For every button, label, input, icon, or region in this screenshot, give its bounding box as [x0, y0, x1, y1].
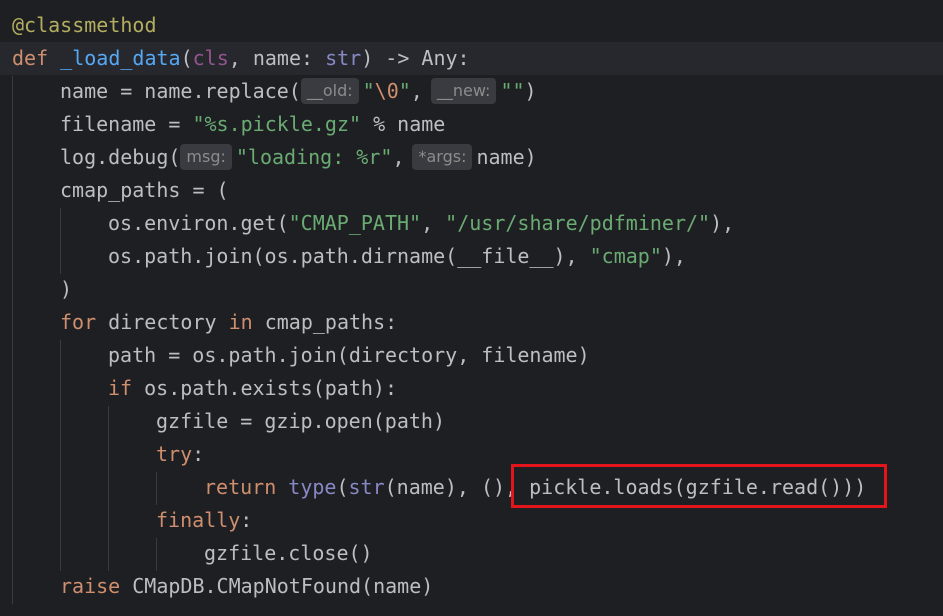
code-fragment: ( — [336, 475, 349, 499]
function-name: _load_data — [60, 46, 181, 70]
string-literal: "/usr/share/pdfminer/" — [445, 211, 711, 235]
code-line[interactable]: ) — [0, 273, 943, 306]
code-fragment: , — [392, 145, 405, 169]
code-text: if os.path.exists(path): — [108, 372, 397, 405]
code-line[interactable]: gzfile.close() — [0, 537, 943, 570]
code-line[interactable]: try: — [0, 438, 943, 471]
code-text: os.environ.get("CMAP_PATH", "/usr/share/… — [108, 207, 734, 240]
signature-text: ) -> Any: — [361, 46, 470, 70]
code-fragment: os.environ.get( — [108, 211, 289, 235]
parameter-hint: *args: — [412, 144, 473, 170]
code-fragment: : — [240, 508, 253, 532]
code-text: os.path.join(os.path.dirname(__file__), … — [108, 240, 686, 273]
paren: ( — [180, 46, 193, 70]
signature-text: , name: — [228, 46, 326, 70]
decorator-text: @classmethod — [12, 13, 157, 37]
string-literal: "loading: %r" — [235, 145, 393, 169]
code-line[interactable]: os.environ.get("CMAP_PATH", "/usr/share/… — [0, 207, 943, 240]
string-quote: " — [398, 79, 411, 103]
code-fragment: os.path.exists(path): — [132, 376, 397, 400]
code-fragment: : — [192, 442, 205, 466]
parameter-hint: __new: — [430, 78, 497, 104]
code-fragment: directory — [96, 310, 229, 334]
code-line-current[interactable]: def _load_data(cls, name: str) -> Any: — [0, 42, 943, 75]
code-line[interactable]: raise CMapDB.CMapNotFound(name) — [0, 570, 943, 603]
code-line[interactable]: gzfile = gzip.open(path) — [0, 405, 943, 438]
code-line[interactable]: finally: — [0, 504, 943, 537]
code-text: return type(str(name), (), pickle.loads(… — [204, 471, 866, 504]
keyword: def — [12, 46, 49, 70]
code-fragment: ), — [710, 211, 735, 235]
code-text: name = name.replace(__old: "\0", __new: "") — [60, 75, 537, 108]
code-text: try: — [156, 438, 204, 471]
code-text: raise CMapDB.CMapNotFound(name) — [60, 570, 433, 603]
code-fragment: (name), (), — [384, 475, 530, 499]
string-literal: "cmap" — [589, 244, 662, 268]
code-line[interactable]: name = name.replace(__old: "\0", __new: "") — [0, 75, 943, 108]
code-line[interactable]: return type(str(name), (), pickle.loads(… — [0, 471, 943, 504]
code-editor[interactable]: @classmethod def _load_data(cls, name: s… — [0, 0, 943, 616]
code-fragment: name) — [476, 145, 537, 169]
code-text: for directory in cmap_paths: — [60, 306, 397, 339]
builtin-type: type — [288, 475, 337, 499]
code-fragment: log.debug( — [60, 145, 181, 169]
code-fragment: , — [421, 211, 446, 235]
keyword: raise — [60, 574, 121, 598]
code-fragment: name = name.replace( — [60, 79, 301, 103]
string-literal: "" — [500, 79, 525, 103]
code-fragment: ), — [661, 244, 686, 268]
code-line[interactable]: cmap_paths = ( — [0, 174, 943, 207]
code-text: filename = "%s.pickle.gz" % name — [60, 108, 445, 141]
parameter-hint: __old: — [300, 78, 359, 104]
code-fragment: ) — [524, 79, 537, 103]
code-line[interactable]: log.debug(msg: "loading: %r", *args: name) — [0, 141, 943, 174]
escape-sequence: \0 — [374, 79, 399, 103]
keyword: for — [60, 310, 97, 334]
keyword: in — [228, 310, 253, 334]
keyword: try — [156, 442, 193, 466]
code-text: ) — [60, 277, 73, 301]
code-text: gzfile.close() — [204, 541, 373, 565]
code-line[interactable]: os.path.join(os.path.dirname(__file__), … — [0, 240, 943, 273]
code-line[interactable]: if os.path.exists(path): — [0, 372, 943, 405]
code-text: path = os.path.join(directory, filename) — [108, 343, 590, 367]
cls-param: cls — [192, 46, 229, 70]
builtin-type: str — [325, 46, 362, 70]
code-fragment: cmap_paths: — [252, 310, 398, 334]
builtin-type: str — [348, 475, 385, 499]
code-fragment: os.path.join(os.path.dirname(__file__), — [108, 244, 590, 268]
highlighted-code: pickle.loads(gzfile.read())) — [529, 475, 867, 499]
keyword: return — [204, 475, 277, 499]
code-text: gzfile = gzip.open(path) — [156, 409, 445, 433]
code-text: finally: — [156, 504, 252, 537]
keyword: finally — [156, 508, 241, 532]
parameter-hint: msg: — [180, 144, 232, 170]
code-fragment: % name — [361, 112, 446, 136]
string-literal: "CMAP_PATH" — [288, 211, 422, 235]
code-line[interactable]: for directory in cmap_paths: — [0, 306, 943, 339]
code-line[interactable]: path = os.path.join(directory, filename) — [0, 339, 943, 372]
string-quote: " — [362, 79, 375, 103]
code-line[interactable]: filename = "%s.pickle.gz" % name — [0, 108, 943, 141]
code-fragment — [276, 475, 288, 499]
code-line[interactable]: @classmethod — [0, 9, 943, 42]
code-fragment: CMapDB.CMapNotFound(name) — [120, 574, 434, 598]
code-fragment: filename = — [60, 112, 193, 136]
code-fragment: , — [410, 79, 423, 103]
function-signature: def _load_data(cls, name: str) -> Any: — [12, 42, 470, 75]
string-literal: "%s.pickle.gz" — [192, 112, 362, 136]
code-text: log.debug(msg: "loading: %r", *args: name) — [60, 141, 537, 174]
code-text: cmap_paths = ( — [60, 178, 229, 202]
keyword: if — [108, 376, 133, 400]
